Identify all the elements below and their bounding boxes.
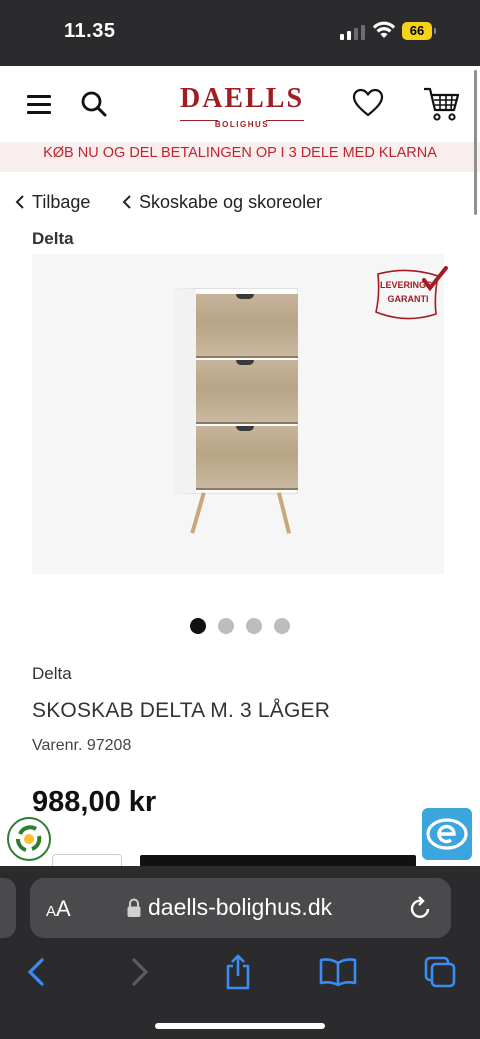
logo-sub: BOLIGHUS <box>214 120 270 129</box>
chevron-right-icon <box>132 958 149 986</box>
battery-indicator: 66 <box>402 22 436 40</box>
web-page: DAELLS BOLIGHUS KØB NU OG DEL BETALINGEN… <box>0 66 480 866</box>
site-header: DAELLS BOLIGHUS <box>0 66 480 142</box>
hamburger-icon[interactable] <box>27 95 51 115</box>
product-image-gallery[interactable]: LEVERINGS GARANTI <box>32 254 448 574</box>
add-to-cart-button[interactable] <box>140 855 416 866</box>
cart-icon[interactable] <box>422 86 460 122</box>
logo-brand: DAELLS <box>179 83 305 114</box>
chevron-left-icon <box>15 195 24 209</box>
back-link[interactable]: Tilbage <box>14 190 90 214</box>
e-maerket-badge[interactable] <box>422 808 472 860</box>
lock-icon <box>127 898 141 917</box>
gallery-dot[interactable] <box>246 618 262 634</box>
gallery-dot[interactable] <box>274 618 290 634</box>
cellular-signal-icon <box>340 24 366 40</box>
gallery-pagination <box>0 618 480 636</box>
product-price: 988,00 kr <box>32 786 157 818</box>
forward-button[interactable] <box>118 950 162 994</box>
share-button[interactable] <box>216 950 260 994</box>
recycle-icon[interactable] <box>6 816 52 862</box>
previous-tab-preview[interactable] <box>0 878 16 938</box>
chevron-left-icon <box>27 958 44 986</box>
product-brand[interactable]: Delta <box>32 664 72 684</box>
category-link[interactable]: Skoskabe og skoreoler <box>121 190 322 214</box>
share-icon <box>226 954 250 990</box>
tabs-icon <box>424 956 456 988</box>
wifi-icon <box>372 21 396 38</box>
back-button[interactable] <box>14 950 58 994</box>
gallery-dot[interactable] <box>218 618 234 634</box>
tabs-button[interactable] <box>418 950 462 994</box>
status-bar: 11.35 66 <box>0 0 480 66</box>
reload-icon[interactable] <box>408 895 434 921</box>
browser-toolbar: AA daells-bolighus.dk <box>0 866 480 1039</box>
product-image <box>174 288 298 534</box>
quantity-stepper[interactable] <box>52 854 122 866</box>
search-icon[interactable] <box>80 90 108 118</box>
site-logo[interactable]: DAELLS BOLIGHUS <box>172 83 312 129</box>
gallery-dot[interactable] <box>190 618 206 634</box>
chevron-left-icon <box>122 195 131 209</box>
product-title: SKOSKAB DELTA M. 3 LÅGER <box>32 699 331 722</box>
book-icon <box>319 958 357 987</box>
heart-icon[interactable] <box>352 88 384 118</box>
delivery-guarantee-badge: LEVERINGS GARANTI <box>375 266 448 320</box>
brand-heading[interactable]: Delta <box>32 229 74 249</box>
status-time: 11.35 <box>64 20 116 42</box>
product-sku: Varenr. 97208 <box>32 737 132 754</box>
back-label: Tilbage <box>32 191 91 212</box>
klarna-banner[interactable]: KØB NU OG DEL BETALINGEN OP I 3 DELE MED… <box>0 142 480 172</box>
bookmarks-button[interactable] <box>316 950 360 994</box>
reader-settings-button[interactable]: AA <box>46 896 71 922</box>
url-text: daells-bolighus.dk <box>148 894 333 920</box>
home-indicator[interactable] <box>155 1023 325 1029</box>
category-label: Skoskabe og skoreoler <box>139 191 323 212</box>
address-bar[interactable]: AA daells-bolighus.dk <box>30 878 451 938</box>
badge-line2: GARANTI <box>388 294 429 304</box>
breadcrumb: Tilbage Skoskabe og skoreoler <box>0 186 480 216</box>
e-maerket-icon <box>426 818 468 850</box>
